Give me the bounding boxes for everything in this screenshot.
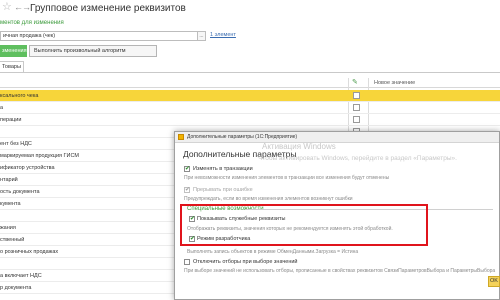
row-attribute-name: о розничных продажах (0, 249, 59, 255)
document-type-combo[interactable]: ичная продажа (чек) (0, 31, 198, 41)
row-attribute-name: нтарий (0, 177, 18, 183)
ok-button[interactable]: OK (488, 276, 500, 287)
row-attribute-name: ификатор устройства (0, 165, 55, 171)
row-attribute-name: ость документа (0, 189, 40, 195)
app-icon (178, 134, 184, 140)
disable-selection-checkbox[interactable] (184, 259, 190, 265)
highlight-frame (180, 204, 428, 246)
change-in-transaction-hint: При невозможности изменения элементов в … (184, 175, 390, 181)
row-attribute-name: кумента (0, 201, 21, 207)
star-icon[interactable]: ☆ (2, 2, 12, 13)
combo-dropdown-button[interactable]: ... (198, 31, 206, 41)
change-in-transaction-label: Изменять в транзакции (193, 166, 253, 172)
disable-selection-hint: При выборе значений не использовать отбо… (184, 268, 496, 274)
tab-goods[interactable]: Товары (0, 61, 24, 72)
interrupt-on-error-hint: Предупреждать, если во время изменения э… (184, 196, 353, 202)
row-attribute-name: р документа (0, 285, 32, 291)
row-attribute-name: а (0, 105, 4, 111)
row-attribute-name: а включает НДС (0, 273, 42, 279)
window-title: Групповое изменение реквизитов (30, 3, 186, 14)
table-row[interactable]: перации (0, 114, 500, 126)
interrupt-on-error-checkbox[interactable] (184, 186, 190, 193)
dialog-titlebar: Дополнительные параметры (1С:Предприятие… (175, 132, 499, 143)
exchange-mode-hint: Выполнять запись объектов в режиме Обмен… (187, 249, 359, 255)
table-header (0, 78, 500, 88)
row-attribute-name: перации (0, 117, 22, 123)
run-algorithm-button[interactable]: Выполнить произвольный алгоритм (29, 45, 157, 57)
pencil-icon: ✎ (352, 79, 358, 86)
row-attribute-name: ственный (0, 237, 25, 243)
table-row[interactable]: ксального чека (0, 90, 500, 102)
row-change-checkbox[interactable] (353, 116, 360, 123)
row-attribute-name: ент без НДС (0, 141, 32, 147)
table-row[interactable]: а (0, 102, 500, 114)
windows-watermark-text: Чтобы активировать Windows, перейдите в … (258, 155, 457, 162)
disable-selection-label: Отключить отборы при выборе значений (193, 259, 298, 265)
elements-count-link[interactable]: 1 элемент (210, 32, 236, 38)
row-change-checkbox[interactable] (353, 92, 360, 99)
window-titlebar: ☆ ← → Групповое изменение реквизитов (0, 0, 500, 16)
dialog-title: Дополнительные параметры (1С:Предприятие… (187, 134, 298, 140)
change-attributes-button[interactable]: зменения (0, 45, 27, 57)
row-change-checkbox[interactable] (353, 104, 360, 111)
section-label: ментов для изменения (0, 20, 64, 26)
row-attribute-name: ксального чека (0, 93, 39, 99)
windows-watermark-title: Активация Windows (262, 142, 336, 151)
row-attribute-name: жания (0, 225, 16, 231)
change-in-transaction-checkbox[interactable] (184, 165, 190, 172)
new-value-column-header: Новое значение (374, 80, 416, 86)
row-attribute-name: маркируемая продукция ГИСМ (0, 153, 79, 159)
interrupt-on-error-label: Прерывать при ошибке (193, 187, 253, 193)
tab-divider (0, 72, 500, 73)
